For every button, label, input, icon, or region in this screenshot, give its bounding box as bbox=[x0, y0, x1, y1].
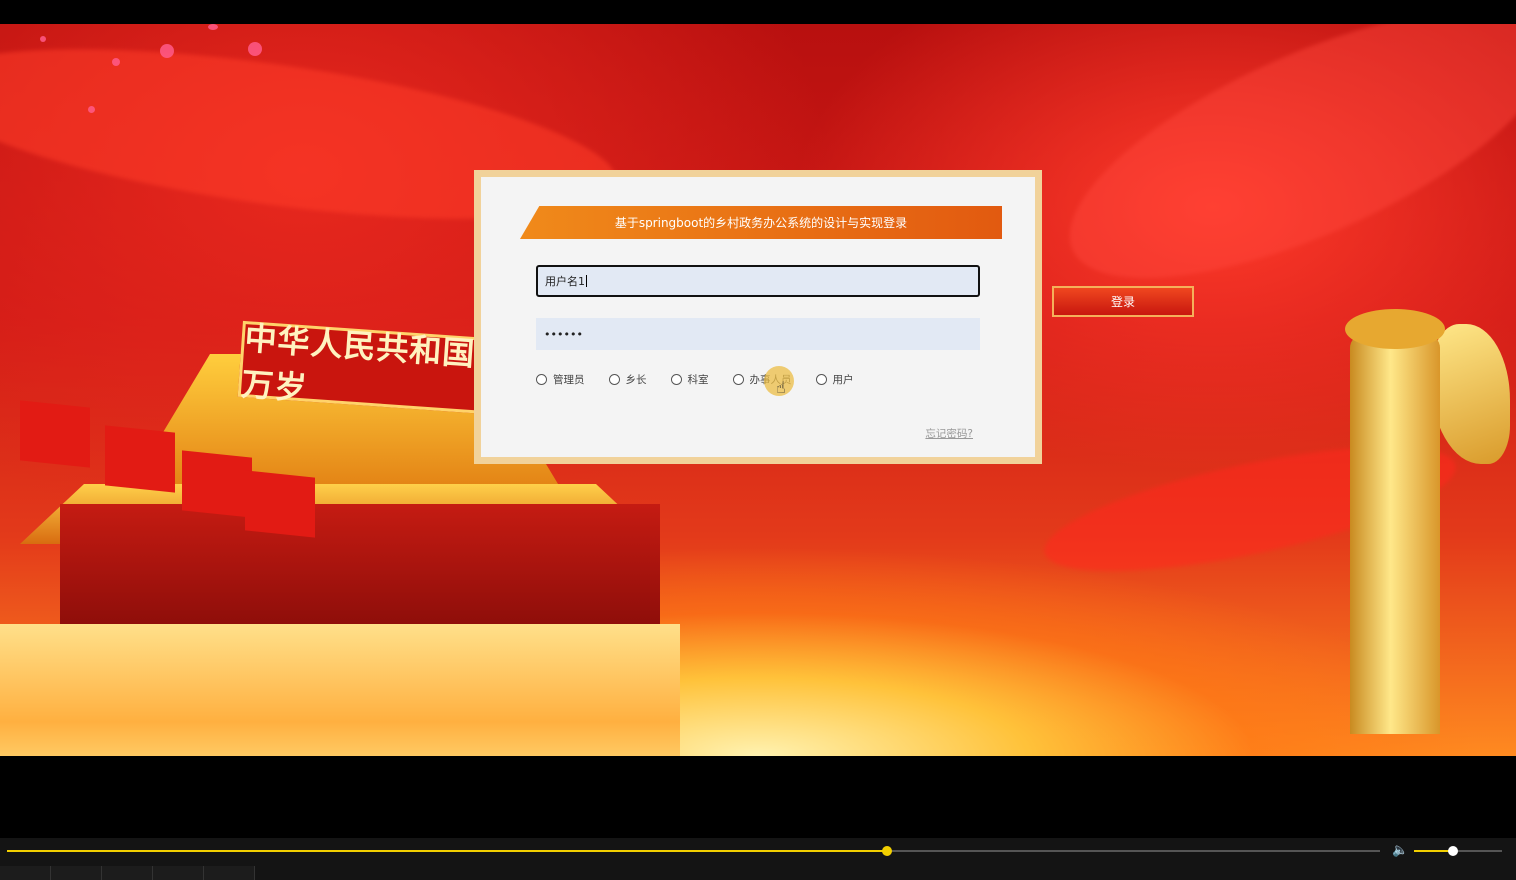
progress-bar[interactable] bbox=[7, 846, 1380, 856]
role-label: 管理员 bbox=[553, 374, 585, 386]
gate-base bbox=[0, 624, 680, 756]
red-flag bbox=[182, 450, 252, 518]
player-button[interactable] bbox=[204, 866, 255, 880]
gate-plaque: 中华人民共和国万岁 bbox=[237, 319, 507, 416]
player-button-row bbox=[0, 866, 1516, 880]
radio-icon[interactable] bbox=[536, 374, 547, 385]
volume-fill bbox=[1414, 850, 1453, 852]
login-panel-frame: 基于springboot的乡村政务办公系统的设计与实现登录 用户名1 •••••… bbox=[474, 170, 1042, 464]
role-option-department[interactable]: 科室 bbox=[670, 372, 709, 387]
role-radio-group: 管理员 乡长 科室 办事人员 用户 bbox=[536, 372, 878, 387]
top-bar bbox=[0, 0, 1516, 24]
role-option-user[interactable]: 用户 bbox=[815, 372, 854, 387]
radio-icon[interactable] bbox=[815, 374, 827, 385]
volume-icon[interactable]: 🔈 bbox=[1392, 843, 1408, 858]
login-panel: 基于springboot的乡村政务办公系统的设计与实现登录 用户名1 •••••… bbox=[481, 177, 1035, 457]
video-player-controls: 🔈 bbox=[0, 838, 1516, 880]
role-label: 科室 bbox=[687, 374, 709, 386]
gate-body bbox=[60, 504, 660, 624]
player-button[interactable] bbox=[102, 866, 153, 880]
red-flag bbox=[105, 425, 175, 493]
role-option-township-head[interactable]: 乡长 bbox=[608, 372, 647, 387]
pillar-top bbox=[1345, 309, 1445, 349]
sparkle bbox=[88, 106, 95, 113]
sparkle bbox=[208, 24, 218, 30]
volume-handle[interactable] bbox=[1447, 846, 1458, 856]
text-caret bbox=[586, 275, 587, 287]
username-value: 用户名1 bbox=[545, 275, 585, 288]
volume-slider[interactable] bbox=[1414, 846, 1502, 856]
progress-handle[interactable] bbox=[882, 846, 893, 856]
role-option-admin[interactable]: 管理员 bbox=[536, 372, 585, 387]
progress-fill bbox=[7, 850, 888, 852]
hand-cursor-icon: ☝ bbox=[776, 378, 786, 397]
sparkle bbox=[40, 36, 46, 42]
pillar-wing bbox=[1430, 324, 1510, 464]
login-title: 基于springboot的乡村政务办公系统的设计与实现登录 bbox=[520, 206, 1002, 239]
role-label: 乡长 bbox=[625, 374, 647, 386]
huabiao-pillar-image bbox=[1350, 334, 1440, 734]
radio-icon[interactable] bbox=[608, 374, 620, 385]
sparkle bbox=[248, 42, 262, 56]
sparkle bbox=[112, 58, 120, 66]
forgot-password-link[interactable]: 忘记密码? bbox=[925, 426, 973, 441]
sparkle bbox=[160, 44, 174, 58]
radio-icon[interactable] bbox=[732, 374, 744, 385]
role-label: 用户 bbox=[832, 374, 854, 386]
password-value: •••••• bbox=[544, 327, 583, 341]
red-flag bbox=[245, 470, 315, 538]
player-button[interactable] bbox=[51, 866, 102, 880]
password-input[interactable]: •••••• bbox=[536, 318, 980, 350]
login-button[interactable]: 登录 bbox=[1052, 286, 1194, 317]
red-flag bbox=[20, 400, 90, 468]
radio-icon[interactable] bbox=[670, 374, 682, 385]
username-input[interactable]: 用户名1 bbox=[536, 265, 980, 297]
player-button[interactable] bbox=[153, 866, 204, 880]
player-button[interactable] bbox=[0, 866, 51, 880]
